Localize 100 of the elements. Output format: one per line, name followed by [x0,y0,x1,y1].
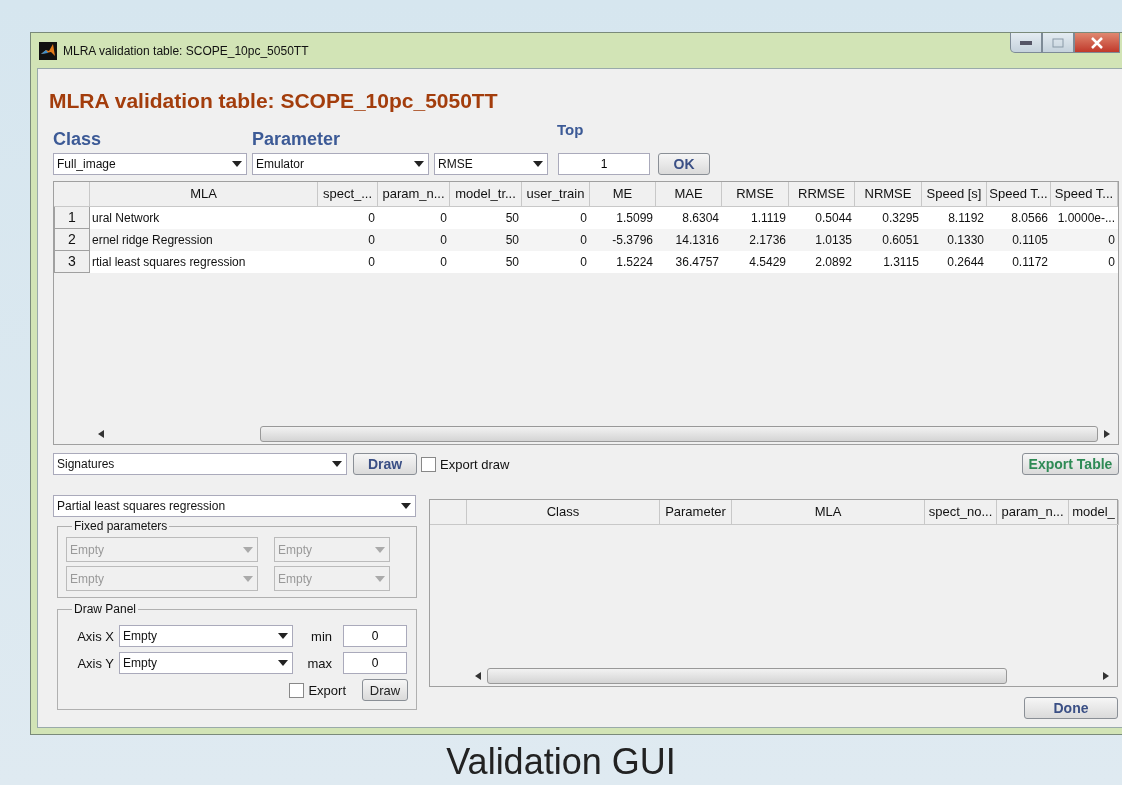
table-cell-text: 0.1172 [1011,254,1049,271]
table-cell-text: 8.6304 [681,210,720,227]
caret-icon [232,161,242,167]
table-cell-text: ural Network [91,210,161,227]
row-number: 2 [54,229,90,251]
caret-icon [243,575,253,582]
table-cell-text: 1.5224 [615,254,654,271]
checkbox-label: Export [308,682,346,698]
table-cell-text: 0 [439,254,448,271]
checkbox[interactable] [421,456,436,472]
maximize-button[interactable] [1042,33,1074,53]
column-header[interactable]: param_n... [997,500,1069,525]
caret-icon [243,546,253,553]
table-cell-text: 0.6051 [881,232,920,249]
checkbox-label: Export draw [440,456,510,472]
min-input-field[interactable]: 0 [343,625,407,647]
min-label: min [310,628,332,644]
caret-icon [401,503,411,509]
table-cell-text: 2.1736 [748,232,787,249]
max-label: max [306,655,332,671]
table-cell-text: 0 [367,254,376,271]
table-cell-text: 1.0000e-... [1056,210,1116,227]
draw-button[interactable]: Draw [362,679,408,701]
class-label: Class [53,129,102,150]
page-heading: MLRA validation table: SCOPE_10pc_5050TT [49,89,499,113]
table-cell-text: 0.3295 [881,210,920,227]
close-button[interactable] [1074,33,1120,53]
slide-caption: Validation GUI [445,741,677,783]
table-cell-text: 1.0135 [814,232,853,249]
column-header[interactable]: Class [467,500,660,525]
column-header[interactable]: model_ [1069,500,1119,525]
caret-icon [375,575,385,582]
table-cell-text: 1.5099 [615,210,654,227]
table-cell-text: 0 [439,232,448,249]
table-cell-text: 36.4757 [674,254,720,271]
panel-title: Fixed parameters [73,519,169,533]
table-cell-text: ernel ridge Regression [91,232,214,249]
ok-button[interactable]: OK [658,153,710,175]
minimize-icon [1019,39,1033,46]
scroll-right-icon[interactable] [1103,672,1109,680]
done-button[interactable]: Done [1024,697,1118,719]
row-number: 1 [54,207,90,229]
table-cell-text: 0 [367,232,376,249]
top-input-field[interactable]: 1 [558,153,650,175]
header-corner-cell [430,500,467,525]
table-cell-text: 0 [579,210,588,227]
table-cell-text: 0 [439,210,448,227]
table-cell-text: 0.1330 [946,232,985,249]
table-cell-text: 0 [1107,254,1116,271]
scrollbar-thumb[interactable] [260,426,1098,442]
panel-title: Draw Panel [73,602,138,616]
table-cell-text: 1.3115 [882,254,920,271]
window-title: MLRA validation table: SCOPE_10pc_5050TT [63,43,309,58]
minimize-button[interactable] [1010,33,1042,53]
row-number: 3 [54,251,90,273]
max-input-field[interactable]: 0 [343,652,407,674]
column-header[interactable]: Parameter [660,500,732,525]
table-cell-text: 8.1192 [947,210,985,227]
axis-x-label: Axis X [76,628,114,644]
table-cell-text: 0.1105 [1011,232,1049,249]
table-cell-text: 0 [1107,232,1116,249]
scroll-left-icon[interactable] [475,672,481,680]
scroll-right-icon[interactable] [1104,430,1110,438]
app-logo-icon [39,41,57,60]
table-cell-text: 1.1119 [750,210,787,227]
caret-icon [332,461,342,467]
table-cell-text: 8.0566 [1010,210,1049,227]
caret-icon [278,660,288,666]
scrollbar-thumb[interactable] [487,668,1007,684]
top-label: Top [557,121,584,138]
parameter-label: Parameter [252,129,341,150]
table-cell-text: 0.2644 [946,254,985,271]
table-cell-text: 0 [579,254,588,271]
table-cell-text: 2.0892 [814,254,853,271]
metric-dropdown[interactable]: RMSE [434,153,548,175]
maximize-icon [1052,37,1064,48]
table-cell-text: 50 [504,232,520,249]
column-header[interactable]: spect_no... [925,500,997,525]
caret-icon [533,161,543,167]
column-header[interactable]: MLA [732,500,925,525]
parameter-dropdown[interactable]: Emulator [252,153,429,175]
table-cell-text: 0 [579,232,588,249]
table-cell-text: 0 [367,210,376,227]
caret-icon [414,161,424,167]
plot-type-dropdown[interactable]: Signatures [53,453,347,475]
table-cell-text: 50 [504,210,520,227]
table-cell-text: 4.5429 [748,254,787,271]
draw-button[interactable]: Draw [353,453,417,475]
caret-icon [278,633,288,639]
table-cell-text: 14.1316 [674,232,720,249]
table-cell-text: 50 [504,254,520,271]
table-cell-text: rtial least squares regression [91,254,247,271]
table-cell-text: -5.3796 [611,232,654,249]
checkbox[interactable] [289,682,305,698]
model-dropdown[interactable]: Partial least squares regression [53,495,416,517]
table-cell-text: 0.5044 [814,210,853,227]
axis-x-dropdown[interactable]: Empty [119,625,293,647]
class-dropdown[interactable]: Full_image [53,153,247,175]
scroll-left-icon[interactable] [98,430,104,438]
axis-y-dropdown[interactable]: Empty [119,652,293,674]
